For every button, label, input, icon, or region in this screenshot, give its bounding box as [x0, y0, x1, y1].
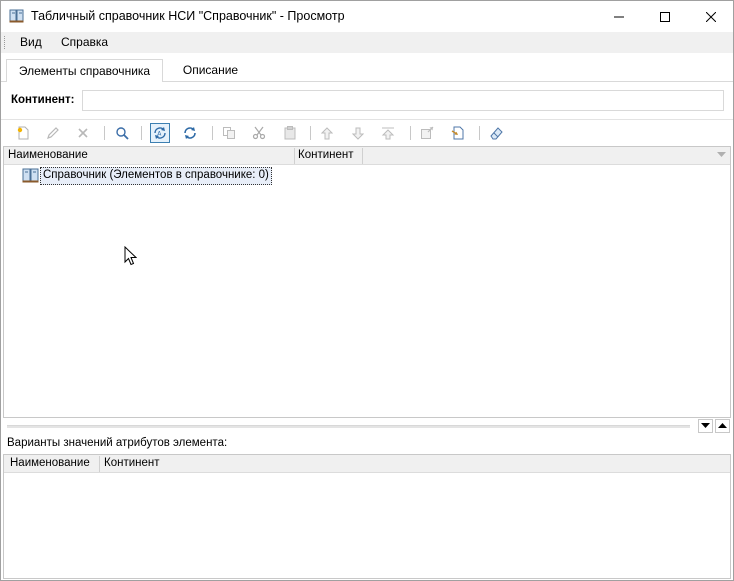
move-up-icon [321, 126, 333, 139]
tab-strip: Элементы справочника Описание [1, 53, 733, 83]
paste-button[interactable] [280, 123, 300, 143]
column-chooser-icon[interactable] [717, 152, 726, 158]
refresh-button[interactable] [180, 123, 200, 143]
collapse-down-button[interactable] [698, 419, 713, 433]
import-button[interactable] [448, 123, 468, 143]
cut-button[interactable] [249, 123, 269, 143]
tab-elements[interactable]: Элементы справочника [6, 59, 163, 83]
attributes-label: Варианты значений атрибутов элемента: [7, 437, 228, 449]
auto-refresh-button[interactable]: A [150, 123, 170, 143]
eraser-icon [489, 127, 503, 140]
minimize-icon [614, 16, 624, 17]
move-top-icon [381, 127, 395, 139]
splitter-bar[interactable] [7, 425, 690, 428]
window-title: Табличный справочник НСИ "Справочник" - … [31, 9, 345, 23]
toolbar-separator [310, 126, 311, 140]
book-icon [22, 168, 39, 183]
move-down-icon [352, 127, 364, 140]
column-header-continent[interactable]: Континент [298, 149, 354, 161]
edit-icon [47, 127, 59, 139]
refresh-icon [184, 127, 196, 139]
column-separator[interactable] [362, 148, 363, 164]
column-separator[interactable] [99, 456, 100, 472]
attr-column-header-name[interactable]: Наименование [10, 457, 90, 469]
filter-row: Континент: [1, 82, 733, 119]
svg-text:A: A [157, 131, 162, 138]
maximize-icon [660, 11, 670, 22]
arrow-up-icon [718, 423, 727, 428]
import-icon [451, 126, 464, 140]
delete-button[interactable] [73, 123, 93, 143]
toolbar-separator [141, 126, 142, 140]
menu-grip [4, 36, 7, 49]
toolbar-separator [104, 126, 105, 140]
toolbar-separator [479, 126, 480, 140]
export-button[interactable] [417, 123, 437, 143]
eraser-button[interactable] [486, 123, 506, 143]
app-window: Табличный справочник НСИ "Справочник" - … [0, 0, 734, 581]
export-icon [421, 126, 434, 139]
toolbar: A [1, 119, 733, 145]
find-icon [116, 127, 129, 140]
toolbar-separator [212, 126, 213, 140]
maximize-button[interactable] [642, 1, 688, 32]
tree-item-label[interactable]: Справочник (Элементов в справочнике: 0) [40, 167, 272, 185]
find-button[interactable] [112, 123, 132, 143]
attr-column-header-continent[interactable]: Континент [104, 457, 160, 469]
move-down-button[interactable] [348, 123, 368, 143]
paste-icon [284, 126, 296, 140]
close-button[interactable] [688, 1, 733, 32]
book-icon [9, 9, 24, 23]
mouse-cursor-icon [124, 246, 137, 266]
menu-item-help[interactable]: Справка [61, 35, 108, 49]
title-bar: Табличный справочник НСИ "Справочник" - … [1, 1, 733, 32]
grid-header: Наименование Континент [4, 147, 730, 165]
close-icon [706, 11, 716, 22]
minimize-button[interactable] [596, 1, 642, 32]
menu-bar: Вид Справка [1, 32, 733, 53]
cut-icon [252, 126, 266, 140]
auto-refresh-icon: A [154, 127, 166, 139]
edit-button[interactable] [43, 123, 63, 143]
menu-item-view[interactable]: Вид [20, 35, 42, 49]
move-top-button[interactable] [378, 123, 398, 143]
continent-filter-input[interactable] [82, 90, 724, 111]
arrow-down-icon [701, 423, 710, 428]
toolbar-separator [410, 126, 411, 140]
collapse-up-button[interactable] [715, 419, 730, 433]
copy-button[interactable] [219, 123, 239, 143]
move-up-button[interactable] [317, 123, 337, 143]
elements-grid: Наименование Континент Справочник (Элеме… [3, 146, 731, 418]
column-header-name[interactable]: Наименование [8, 149, 88, 161]
delete-icon [78, 128, 88, 138]
tab-description[interactable]: Описание [163, 59, 258, 82]
copy-icon [223, 127, 235, 139]
column-separator[interactable] [294, 148, 295, 164]
attributes-grid-header: Наименование Континент [4, 455, 730, 473]
panel-splitter[interactable] [1, 418, 733, 434]
attributes-grid: Наименование Континент [3, 454, 731, 579]
new-element-button[interactable] [13, 123, 33, 143]
new-element-icon [17, 126, 29, 140]
continent-filter-label: Континент: [11, 94, 75, 106]
